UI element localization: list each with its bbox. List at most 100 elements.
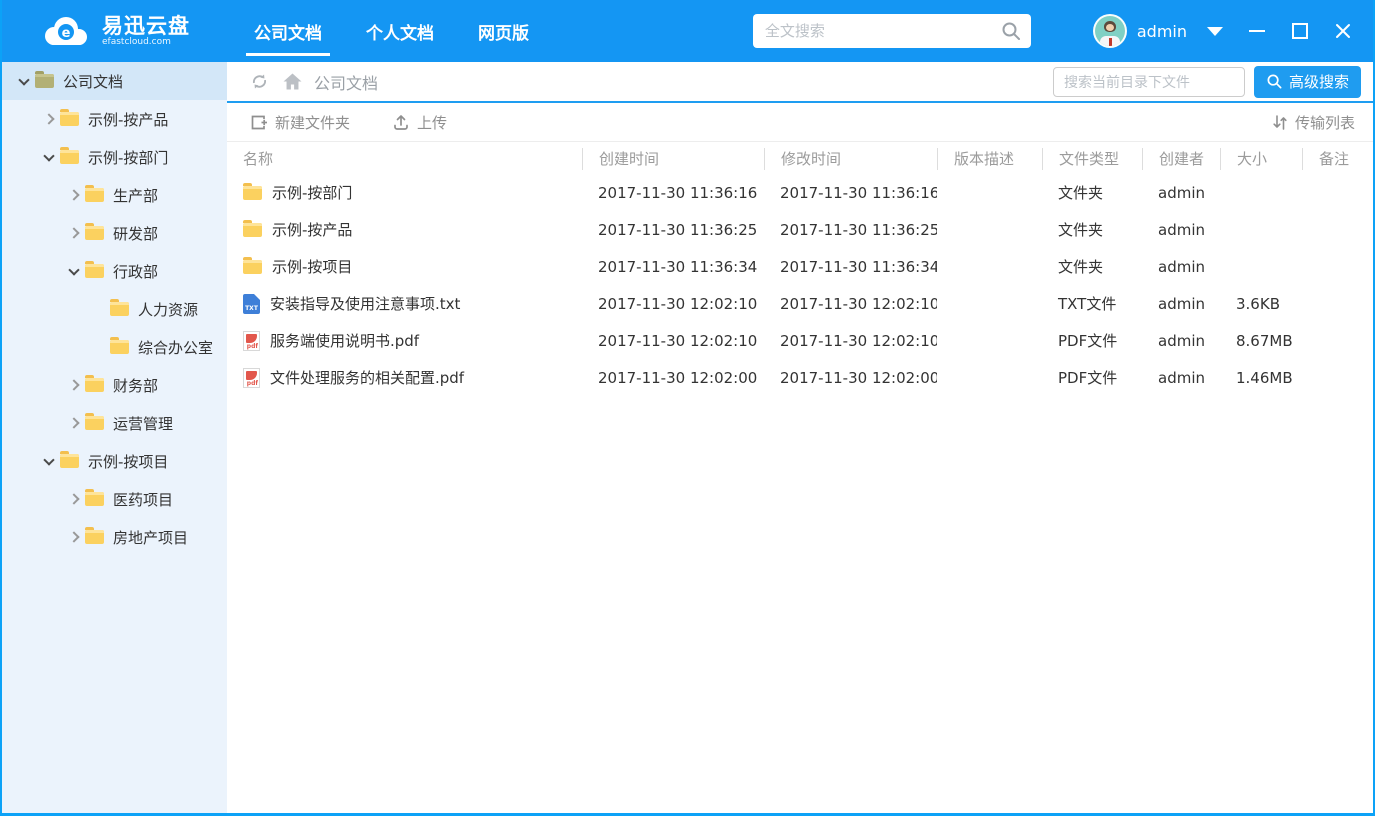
transfer-list-button[interactable]: 传输列表 — [1272, 112, 1355, 133]
created-time-cell: 2017-11-30 12:02:10 — [582, 295, 764, 313]
tree-item[interactable]: 房地产项目 — [2, 518, 227, 556]
tree-item[interactable]: 研发部 — [2, 214, 227, 252]
folder-icon — [85, 188, 104, 202]
maximize-button[interactable] — [1292, 23, 1308, 39]
tree-item[interactable]: 示例-按产品 — [2, 100, 227, 138]
chevron-right-icon[interactable] — [62, 381, 85, 389]
file-name-cell: 文件处理服务的相关配置.pdf — [227, 367, 582, 388]
tree-item[interactable]: 财务部 — [2, 366, 227, 404]
column-header: 创建者 — [1142, 148, 1220, 170]
chevron-right-icon[interactable] — [62, 419, 85, 427]
created-time-cell: 2017-11-30 11:36:34 — [582, 258, 764, 276]
txt-file-icon — [243, 294, 260, 314]
upload-button[interactable]: 上传 — [392, 112, 447, 133]
chevron-right-icon[interactable] — [37, 115, 60, 123]
chevron-down-icon[interactable] — [1207, 27, 1223, 36]
cloud-logo-icon: e — [40, 14, 92, 48]
tree-item-label: 示例-按项目 — [88, 451, 168, 472]
transfer-arrows-icon — [1272, 114, 1288, 131]
file-type-cell: 文件夹 — [1042, 256, 1142, 277]
chevron-down-icon[interactable] — [37, 155, 60, 160]
chevron-right-icon[interactable] — [62, 191, 85, 199]
global-search-input[interactable] — [753, 14, 1031, 48]
file-type-cell: 文件夹 — [1042, 182, 1142, 203]
advanced-search-button[interactable]: 高级搜索 — [1254, 66, 1361, 98]
tree-item-label: 医药项目 — [113, 489, 173, 510]
refresh-icon[interactable] — [250, 72, 269, 91]
global-search — [753, 14, 1031, 48]
file-name-cell: 安装指导及使用注意事项.txt — [227, 293, 582, 314]
minimize-button[interactable] — [1249, 30, 1265, 32]
directory-search — [1053, 67, 1245, 97]
tree-item[interactable]: 行政部 — [2, 252, 227, 290]
new-folder-icon — [250, 114, 268, 131]
search-icon[interactable] — [1000, 20, 1022, 42]
chevron-down-icon[interactable] — [62, 269, 85, 274]
file-name: 示例-按项目 — [272, 256, 352, 277]
folder-icon — [110, 340, 129, 354]
tree-item[interactable]: 人力资源 — [2, 290, 227, 328]
size-cell: 8.67MB — [1220, 332, 1302, 350]
tree-item[interactable]: 综合办公室 — [2, 328, 227, 366]
file-row[interactable]: 文件处理服务的相关配置.pdf2017-11-30 12:02:002017-1… — [227, 359, 1373, 396]
tree-item-label: 研发部 — [113, 223, 158, 244]
folder-icon — [85, 492, 104, 506]
created-time-cell: 2017-11-30 11:36:25 — [582, 221, 764, 239]
home-icon[interactable] — [283, 73, 302, 90]
column-header: 名称 — [227, 148, 582, 170]
tab-web-version[interactable]: 网页版 — [474, 0, 533, 62]
tree-item[interactable]: 示例-按项目 — [2, 442, 227, 480]
new-folder-label: 新建文件夹 — [275, 112, 350, 133]
creator-cell: admin — [1142, 221, 1220, 239]
advanced-search-label: 高级搜索 — [1289, 71, 1349, 92]
avatar[interactable] — [1093, 14, 1127, 48]
new-folder-button[interactable]: 新建文件夹 — [250, 112, 350, 133]
tree-item[interactable]: 运营管理 — [2, 404, 227, 442]
tree-item[interactable]: 公司文档 — [2, 62, 227, 100]
chevron-right-icon[interactable] — [62, 229, 85, 237]
tree-item-label: 财务部 — [113, 375, 158, 396]
tab-personal-docs[interactable]: 个人文档 — [362, 0, 438, 62]
breadcrumb[interactable]: 公司文档 — [314, 70, 378, 94]
modified-time-cell: 2017-11-30 12:02:10 — [764, 332, 937, 350]
directory-search-input[interactable] — [1053, 67, 1245, 97]
tree-item[interactable]: 示例-按部门 — [2, 138, 227, 176]
user-menu[interactable]: admin — [1093, 14, 1223, 48]
app-logo: e 易迅云盘 efastcloud.com — [40, 14, 208, 48]
creator-cell: admin — [1142, 369, 1220, 387]
modified-time-cell: 2017-11-30 12:02:00 — [764, 369, 937, 387]
column-header: 修改时间 — [764, 148, 937, 170]
brand-domain: efastcloud.com — [102, 38, 190, 47]
tree-item[interactable]: 生产部 — [2, 176, 227, 214]
tab-company-docs[interactable]: 公司文档 — [250, 0, 326, 62]
file-name-cell: 服务端使用说明书.pdf — [227, 330, 582, 351]
chevron-down-icon[interactable] — [37, 459, 60, 464]
file-type-cell: TXT文件 — [1042, 293, 1142, 314]
created-time-cell: 2017-11-30 12:02:00 — [582, 369, 764, 387]
brand-name: 易迅云盘 — [102, 15, 190, 38]
file-name-cell: 示例-按项目 — [227, 256, 582, 277]
tree-item[interactable]: 医药项目 — [2, 480, 227, 518]
svg-text:e: e — [62, 26, 71, 41]
modified-time-cell: 2017-11-30 11:36:25 — [764, 221, 937, 239]
close-button[interactable] — [1335, 23, 1351, 39]
table-header: 名称创建时间修改时间版本描述文件类型创建者大小备注 — [227, 144, 1373, 174]
tree-item-label: 房地产项目 — [113, 527, 188, 548]
window-controls — [1249, 23, 1351, 39]
folder-icon — [60, 454, 79, 468]
file-row[interactable]: 服务端使用说明书.pdf2017-11-30 12:02:102017-11-3… — [227, 322, 1373, 359]
folder-icon — [85, 378, 104, 392]
chevron-right-icon[interactable] — [62, 533, 85, 541]
chevron-down-icon[interactable] — [12, 79, 35, 84]
column-header: 创建时间 — [582, 148, 764, 170]
folder-row[interactable]: 示例-按产品2017-11-30 11:36:252017-11-30 11:3… — [227, 211, 1373, 248]
size-cell: 1.46MB — [1220, 369, 1302, 387]
folder-row[interactable]: 示例-按项目2017-11-30 11:36:342017-11-30 11:3… — [227, 248, 1373, 285]
folder-row[interactable]: 示例-按部门2017-11-30 11:36:162017-11-30 11:3… — [227, 174, 1373, 211]
folder-icon — [60, 150, 79, 164]
size-cell: 3.6KB — [1220, 295, 1302, 313]
file-row[interactable]: 安装指导及使用注意事项.txt2017-11-30 12:02:102017-1… — [227, 285, 1373, 322]
modified-time-cell: 2017-11-30 12:02:10 — [764, 295, 937, 313]
folder-icon — [243, 260, 262, 274]
chevron-right-icon[interactable] — [62, 495, 85, 503]
